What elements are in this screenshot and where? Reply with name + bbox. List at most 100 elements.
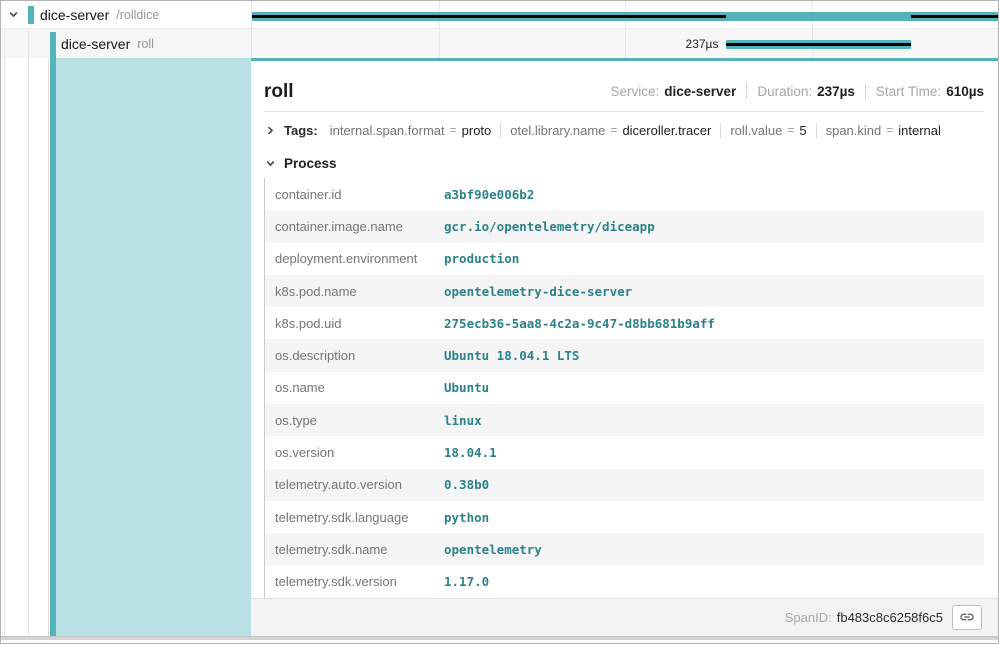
- span-detail-card: roll Service: dice-server Duration: 237µ…: [251, 61, 998, 599]
- operation-name: /rolldice: [116, 8, 159, 22]
- process-value: gcr.io/opentelemetry/diceapp: [444, 219, 655, 234]
- process-key: telemetry.sdk.language: [265, 510, 444, 525]
- indent-guide: [28, 58, 29, 636]
- process-row: os.version18.04.1: [265, 436, 984, 468]
- equals-sign: =: [450, 123, 457, 137]
- tags-accordion[interactable]: Tags: internal.span.format = proto otel.lib…: [264, 112, 984, 148]
- process-row: telemetry.sdk.version1.17.0: [265, 566, 984, 598]
- horizontal-scrollbar-strip: [1, 636, 998, 643]
- process-value: 1.17.0: [444, 574, 489, 589]
- tag-key: internal.span.format: [330, 123, 445, 138]
- duration-label: Duration:: [757, 84, 812, 99]
- span-detail-panel: roll Service: dice-server Duration: 237µ…: [251, 58, 998, 636]
- tag-value: 5: [799, 123, 806, 138]
- process-row: k8s.pod.uid275ecb36-5aa8-4c2a-9c47-d8bb6…: [265, 307, 984, 339]
- span-color-block: [50, 32, 56, 58]
- process-row: os.nameUbuntu: [265, 372, 984, 404]
- trace-timeline-rows: dice-server /rolldice dice-server roll 2…: [1, 1, 998, 58]
- span-timeline-cell: 237µs: [251, 29, 998, 58]
- duration-value: 237µs: [817, 84, 855, 99]
- span-timeline-cell: [251, 1, 998, 28]
- tag-item: otel.library.name = diceroller.tracer: [500, 123, 711, 138]
- left-indent-pane: [1, 58, 251, 636]
- process-table: container.ida3bf90e006b2container.image.…: [264, 178, 984, 598]
- link-icon: [959, 609, 975, 625]
- process-row: telemetry.sdk.nameopentelemetry: [265, 533, 984, 565]
- indent-guide: [28, 29, 29, 58]
- indent-guide: [4, 58, 5, 636]
- process-value: Ubuntu: [444, 380, 489, 395]
- chevron-down-icon: [264, 157, 276, 169]
- process-row: k8s.pod.nameopentelemetry-dice-server: [265, 275, 984, 307]
- critical-path-segment: [726, 43, 911, 46]
- process-value: a3bf90e006b2: [444, 187, 534, 202]
- tags-label: Tags:: [284, 123, 318, 138]
- deep-link-button[interactable]: [952, 605, 982, 630]
- process-row: container.image.namegcr.io/opentelemetry…: [265, 210, 984, 242]
- process-row: telemetry.auto.version0.38b0: [265, 469, 984, 501]
- trace-body: roll Service: dice-server Duration: 237µ…: [1, 58, 998, 636]
- process-key: telemetry.sdk.name: [265, 542, 444, 557]
- service-label: Service:: [610, 84, 659, 99]
- process-value: python: [444, 510, 489, 525]
- indent-guide: [48, 58, 49, 636]
- spanid-label: SpanID:: [785, 610, 832, 625]
- process-value: linux: [444, 413, 482, 428]
- separator: [746, 84, 747, 99]
- process-value: 0.38b0: [444, 477, 489, 492]
- equals-sign: =: [787, 123, 794, 137]
- process-key: container.id: [265, 187, 444, 202]
- tag-value: proto: [462, 123, 492, 138]
- process-row: deployment.environmentproduction: [265, 243, 984, 275]
- process-row: telemetry.sdk.languagepython: [265, 501, 984, 533]
- tag-key: otel.library.name: [510, 123, 605, 138]
- start-time-value: 610µs: [946, 84, 984, 99]
- spanid-value: fb483c8c6258f6c5: [837, 610, 943, 625]
- span-operation-title: roll: [264, 82, 294, 101]
- span-bar-rolldice[interactable]: [252, 12, 998, 21]
- span-row-roll[interactable]: dice-server roll 237µs: [1, 29, 998, 58]
- service-name: dice-server: [61, 36, 130, 52]
- selected-span-highlight: [56, 58, 251, 636]
- equals-sign: =: [610, 123, 617, 137]
- tag-value: internal: [898, 123, 941, 138]
- process-key: container.image.name: [265, 219, 444, 234]
- tag-item: roll.value = 5: [720, 123, 806, 138]
- tag-key: roll.value: [730, 123, 782, 138]
- indent-guide: [4, 29, 5, 58]
- chevron-right-icon: [264, 124, 276, 136]
- span-row-rolldice[interactable]: dice-server /rolldice: [1, 1, 998, 29]
- span-name-cell[interactable]: dice-server /rolldice: [1, 1, 251, 28]
- process-value: Ubuntu 18.04.1 LTS: [444, 348, 579, 363]
- tag-item: span.kind = internal: [816, 123, 941, 138]
- process-value: opentelemetry: [444, 542, 542, 557]
- tag-value: diceroller.tracer: [622, 123, 711, 138]
- critical-path-segment: [911, 15, 998, 18]
- tags-list: internal.span.format = proto otel.library.n…: [330, 123, 941, 138]
- span-bar-roll[interactable]: [726, 40, 911, 49]
- process-value: production: [444, 251, 519, 266]
- process-row: container.ida3bf90e006b2: [265, 178, 984, 210]
- detail-title-row: roll Service: dice-server Duration: 237µ…: [264, 61, 984, 111]
- span-color-block: [28, 6, 34, 24]
- span-duration-label: 237µs: [686, 29, 719, 58]
- process-row: os.descriptionUbuntu 18.04.1 LTS: [265, 339, 984, 371]
- process-value: 18.04.1: [444, 445, 497, 460]
- jaeger-trace-detail-view: dice-server /rolldice dice-server roll 2…: [1, 1, 998, 643]
- process-key: os.type: [265, 413, 444, 428]
- process-key: telemetry.sdk.version: [265, 574, 444, 589]
- process-key: os.name: [265, 380, 444, 395]
- operation-name: roll: [137, 37, 154, 51]
- process-key: k8s.pod.name: [265, 284, 444, 299]
- critical-path-segment: [252, 15, 726, 18]
- tag-key: span.kind: [826, 123, 882, 138]
- span-summary: Service: dice-server Duration: 237µs Sta…: [610, 84, 984, 99]
- span-name-cell[interactable]: dice-server roll: [1, 29, 251, 58]
- scrollbar-track[interactable]: [1, 636, 998, 640]
- detail-footer: SpanID: fb483c8c6258f6c5: [251, 599, 998, 636]
- timeline-gridline: [439, 29, 440, 58]
- chevron-down-icon[interactable]: [7, 9, 19, 21]
- service-name: dice-server: [40, 7, 109, 23]
- equals-sign: =: [886, 123, 893, 137]
- process-accordion[interactable]: Process: [264, 148, 984, 178]
